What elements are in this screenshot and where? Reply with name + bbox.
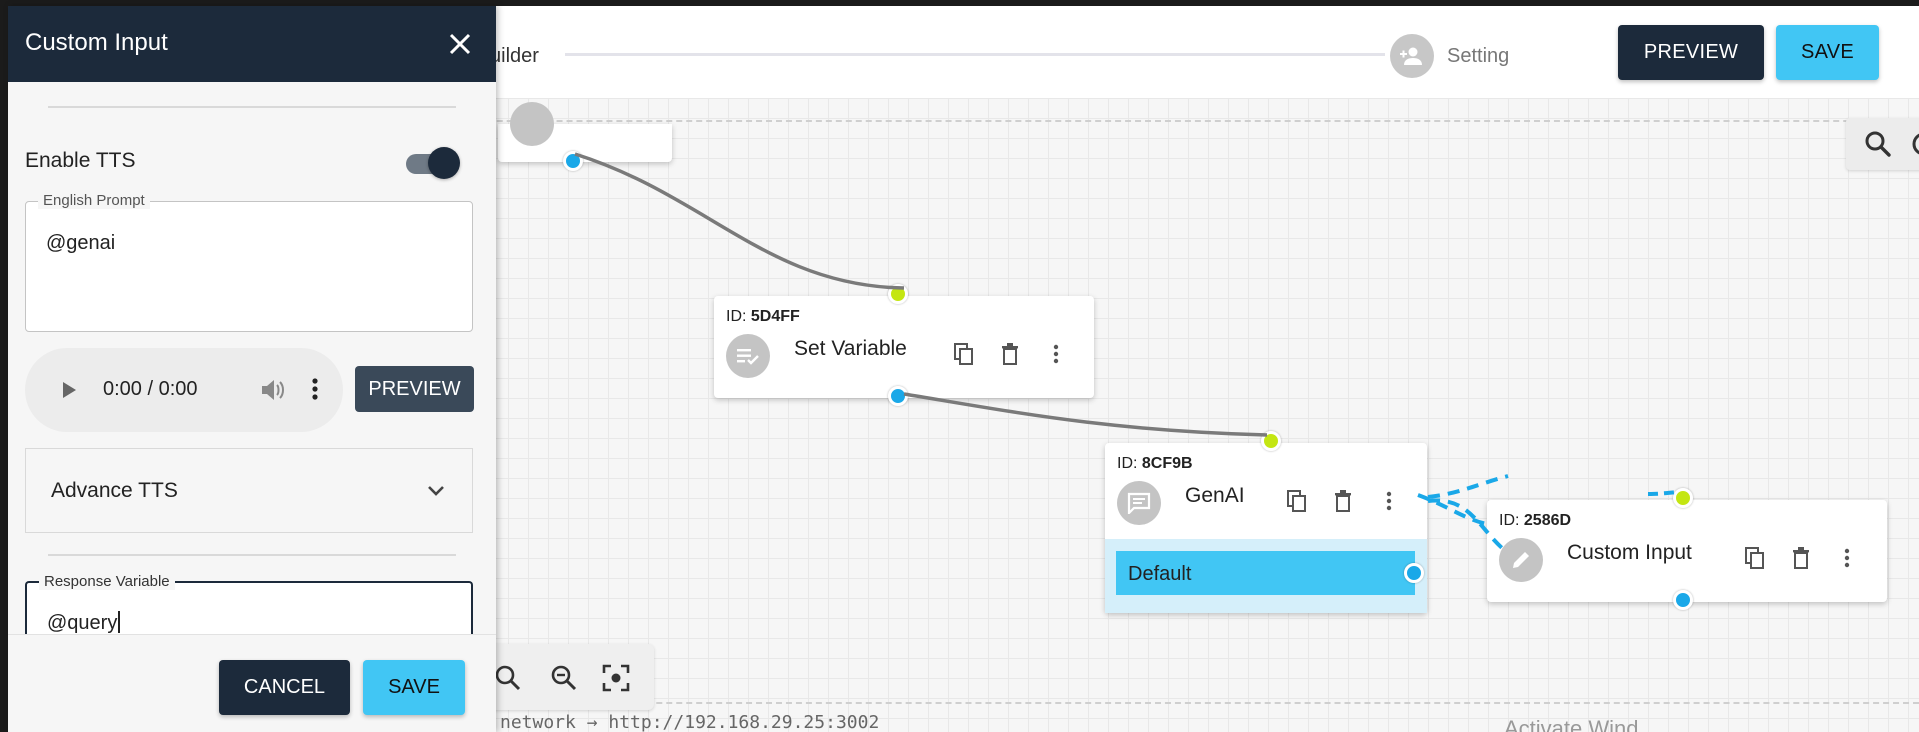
audio-player: 0:00 / 0:00 — [25, 348, 343, 432]
refresh-icon[interactable] — [1910, 130, 1919, 158]
panel-divider — [48, 554, 456, 556]
chat-icon — [1117, 481, 1161, 525]
copy-icon[interactable] — [950, 340, 978, 368]
set-variable-icon — [726, 334, 770, 378]
enable-tts-toggle[interactable] — [404, 147, 460, 179]
volume-icon[interactable] — [259, 376, 287, 404]
toggle-thumb — [428, 147, 460, 179]
english-prompt-value[interactable]: @genai — [46, 232, 446, 255]
node-input-port[interactable] — [888, 284, 908, 304]
node-output-port[interactable] — [1673, 590, 1693, 610]
partial-node-top[interactable] — [498, 102, 672, 171]
advance-tts-accordion[interactable]: Advance TTS — [25, 448, 473, 533]
text-caret — [118, 611, 121, 633]
delete-icon[interactable] — [1329, 487, 1357, 515]
audio-time: 0:00 / 0:00 — [103, 378, 198, 400]
node-id: ID: 5D4FF — [726, 308, 800, 325]
panel-footer: CANCEL SAVE — [8, 634, 496, 732]
more-vert-icon[interactable] — [311, 376, 323, 404]
more-vert-icon[interactable] — [1833, 544, 1861, 572]
zoom-controls — [486, 644, 654, 710]
close-icon[interactable] — [446, 30, 474, 58]
more-vert-icon[interactable] — [1375, 487, 1403, 515]
response-variable-value[interactable]: @query — [47, 611, 447, 635]
canvas-search-control — [1846, 118, 1919, 170]
node-title: Custom Input — [1567, 541, 1692, 564]
response-variable-label: Response Variable — [39, 573, 175, 590]
enable-tts-label: Enable TTS — [25, 149, 136, 172]
node-id: ID: 2586D — [1499, 512, 1572, 529]
node-title: GenAI — [1185, 484, 1245, 507]
play-icon[interactable] — [55, 377, 81, 403]
chevron-down-icon — [422, 477, 450, 505]
node-output-port[interactable] — [563, 151, 583, 171]
pencil-icon — [1499, 538, 1543, 582]
search-icon[interactable] — [1864, 130, 1892, 158]
node-icon — [510, 102, 554, 146]
node-input-port[interactable] — [1261, 431, 1281, 451]
step-builder-label[interactable]: uilder — [490, 45, 539, 68]
node-input-port[interactable] — [1673, 488, 1693, 508]
delete-icon[interactable] — [1787, 544, 1815, 572]
node-title: Set Variable — [794, 337, 907, 360]
custom-input-panel: Custom Input Enable TTS English Prompt @… — [8, 6, 496, 732]
step-setting-label[interactable]: Setting — [1447, 45, 1509, 68]
add-user-icon[interactable] — [1390, 34, 1434, 78]
node-genai[interactable]: ID: 8CF9B GenAI Default — [1105, 431, 1427, 613]
copy-icon[interactable] — [1283, 487, 1311, 515]
english-prompt-field[interactable]: English Prompt @genai — [25, 192, 473, 332]
delete-icon[interactable] — [996, 340, 1024, 368]
zoom-out-icon[interactable] — [546, 660, 582, 696]
terminal-status-text: network → http://192.168.29.25:3002 — [500, 712, 880, 732]
panel-header: Custom Input — [8, 6, 496, 82]
panel-title: Custom Input — [25, 29, 168, 56]
genai-route-area: Default — [1105, 539, 1427, 613]
save-button[interactable]: SAVE — [363, 660, 465, 715]
node-set-variable[interactable]: ID: 5D4FF Set Variable — [714, 284, 1094, 406]
header-preview-button[interactable]: PREVIEW — [1618, 25, 1764, 80]
cancel-button[interactable]: CANCEL — [219, 660, 350, 715]
node-id: ID: 8CF9B — [1117, 455, 1193, 472]
header-save-button[interactable]: SAVE — [1776, 25, 1879, 80]
advance-tts-label: Advance TTS — [51, 479, 178, 502]
node-custom-input[interactable]: ID: 2586D Custom Input — [1487, 488, 1887, 610]
route-output-port[interactable] — [1404, 563, 1424, 583]
copy-icon[interactable] — [1741, 544, 1769, 572]
node-output-port[interactable] — [888, 386, 908, 406]
fit-screen-icon[interactable] — [598, 660, 634, 696]
step-connector-line — [565, 53, 1385, 56]
tts-preview-button[interactable]: PREVIEW — [355, 366, 474, 412]
more-vert-icon[interactable] — [1042, 340, 1070, 368]
activate-windows-watermark: Activate Wind — [1504, 716, 1639, 732]
default-route[interactable]: Default — [1116, 551, 1415, 595]
english-prompt-label: English Prompt — [38, 192, 150, 209]
panel-divider — [48, 106, 456, 108]
